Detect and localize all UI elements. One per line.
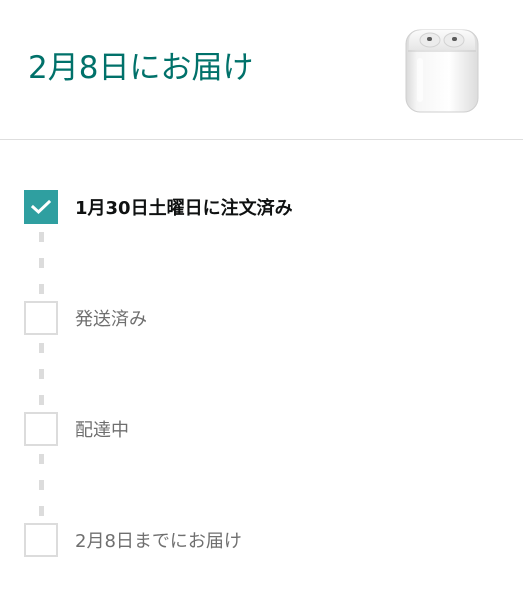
step-in-transit-checkbox [24, 412, 58, 446]
timeline-connector [39, 454, 44, 464]
order-status-timeline: 1月30日土曜日に注文済み 発送済み 配達中 2月8日までにお届け [0, 0, 523, 600]
step-ordered-label: 1月30日土曜日に注文済み [75, 198, 293, 219]
step-shipped-checkbox [24, 301, 58, 335]
step-delivered: 2月8日までにお届け [24, 523, 242, 557]
step-shipped-label: 発送済み [75, 309, 147, 330]
step-shipped: 発送済み [24, 301, 147, 335]
timeline-connector [39, 506, 44, 516]
step-ordered: 1月30日土曜日に注文済み [24, 190, 293, 224]
timeline-connector [39, 395, 44, 405]
timeline-connector [39, 232, 44, 242]
step-in-transit: 配達中 [24, 412, 129, 446]
timeline-connector [39, 480, 44, 490]
timeline-connector [39, 343, 44, 353]
step-delivered-checkbox [24, 523, 58, 557]
timeline-connector [39, 284, 44, 294]
check-icon [31, 199, 51, 215]
step-delivered-label: 2月8日までにお届け [75, 531, 242, 552]
step-ordered-checkbox [24, 190, 58, 224]
timeline-connector [39, 369, 44, 379]
timeline-connector [39, 258, 44, 268]
step-in-transit-label: 配達中 [75, 420, 129, 441]
